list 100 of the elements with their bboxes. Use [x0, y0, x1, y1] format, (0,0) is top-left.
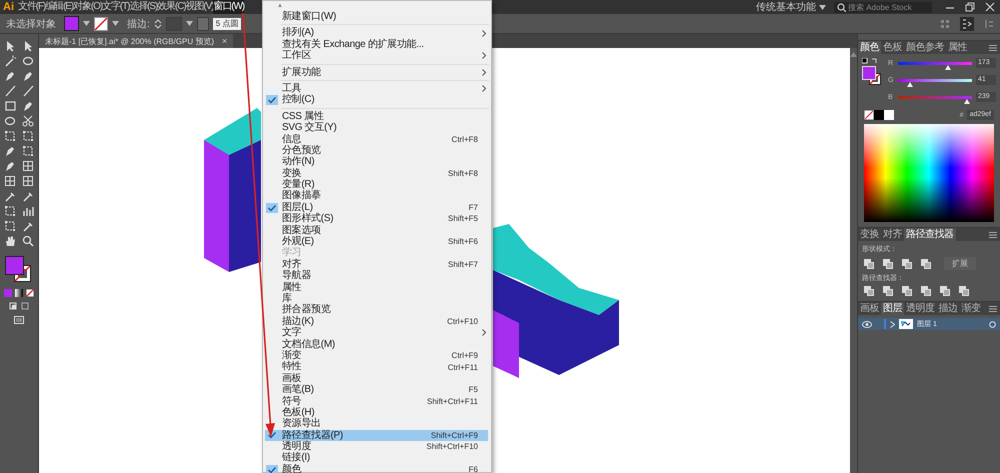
- stroke-swatch-icon[interactable]: [94, 16, 108, 30]
- transform-box-icon[interactable]: [4, 130, 16, 142]
- hand-icon[interactable]: [4, 235, 16, 247]
- menu-item[interactable]: 选择(S): [129, 0, 158, 14]
- screen-mode-icon[interactable]: [14, 316, 24, 325]
- panel-tab[interactable]: 画板: [858, 302, 881, 315]
- fill-swatch[interactable]: [64, 16, 79, 31]
- menu-item[interactable]: 描边(K) Ctrl+F10: [265, 316, 488, 328]
- menu-icon[interactable]: [989, 306, 997, 312]
- menu-item[interactable]: 图形样式(S) Shift+F5: [265, 213, 488, 225]
- menu-item[interactable]: 变换 Shift+F8: [265, 168, 488, 180]
- slider-thumb[interactable]: [945, 64, 952, 70]
- eyedropper-icon[interactable]: [22, 220, 34, 232]
- panel-tab[interactable]: 颜色: [858, 41, 881, 54]
- menu-item[interactable]: 查找有关 Exchange 的扩展功能...: [265, 38, 488, 50]
- eye-icon[interactable]: [862, 320, 872, 328]
- menu-item[interactable]: 工作区: [265, 50, 488, 62]
- swatch-presets-icon[interactable]: [864, 110, 894, 120]
- pen-icon[interactable]: [22, 100, 34, 112]
- menu-item[interactable]: 符号 Shift+Ctrl+F11: [265, 396, 488, 407]
- color-spectrum[interactable]: [864, 124, 994, 222]
- variable-width-field[interactable]: [196, 16, 209, 30]
- rectangle-icon[interactable]: [4, 100, 16, 112]
- menu-item[interactable]: 工具: [265, 82, 488, 94]
- menu-item[interactable]: 透明度 Shift+Ctrl+F10: [265, 441, 488, 452]
- menu-item[interactable]: 文字: [265, 327, 488, 339]
- selection-arrow-icon[interactable]: [22, 40, 34, 52]
- panel-tab[interactable]: 变换: [858, 228, 881, 241]
- menu-item[interactable]: 效果(C): [157, 0, 186, 14]
- panel-tab[interactable]: 颜色参考: [904, 41, 946, 54]
- menu-item[interactable]: 文档信息(M): [265, 338, 488, 350]
- panel-tab[interactable]: 渐变: [960, 302, 982, 315]
- caret-icon[interactable]: [819, 4, 826, 10]
- pen-icon[interactable]: [22, 70, 34, 82]
- color-mode-icon[interactable]: [4, 289, 12, 297]
- panel-tab[interactable]: 属性: [946, 41, 969, 54]
- fill-swatch[interactable]: [5, 256, 24, 275]
- restore-icon[interactable]: [965, 2, 975, 12]
- menu-item[interactable]: 画笔(B) F5: [265, 384, 488, 396]
- pen-icon[interactable]: [4, 145, 16, 157]
- bar-chart-icon[interactable]: [22, 205, 34, 217]
- menu-item[interactable]: 特性 Ctrl+F11: [265, 361, 488, 373]
- menu-item[interactable]: 库: [265, 292, 488, 304]
- scissors-icon[interactable]: [22, 115, 34, 127]
- menu-item[interactable]: 对象(O): [73, 0, 102, 14]
- menu-item[interactable]: 排列(A): [265, 27, 488, 39]
- menu-item[interactable]: CSS 属性: [265, 110, 488, 122]
- magic-wand-icon[interactable]: [4, 55, 16, 67]
- arrange-icon[interactable]: [960, 16, 974, 30]
- panel-tab[interactable]: 描边: [936, 302, 960, 315]
- menu-item[interactable]: 资源导出: [265, 418, 488, 430]
- menu-item[interactable]: 路径查找器(P) Shift+Ctrl+F9: [265, 430, 488, 442]
- panel-toggle-icon[interactable]: [984, 18, 994, 28]
- menu-item[interactable]: 扩展功能: [265, 66, 488, 78]
- document-tab[interactable]: 未标题-1 [已恢复].ai* @ 200% (RGB/GPU 预览) ×: [39, 34, 234, 48]
- ellipse-icon[interactable]: [22, 55, 34, 67]
- pen-icon[interactable]: [4, 70, 16, 82]
- menu-item[interactable]: 图层(L) F7: [265, 202, 488, 214]
- pen-icon[interactable]: [4, 160, 16, 172]
- menu-item[interactable]: 外观(E) Shift+F6: [265, 236, 488, 248]
- mesh-grid-icon[interactable]: [22, 175, 34, 187]
- transform-box-icon[interactable]: [22, 130, 34, 142]
- panel-tab[interactable]: 图层: [881, 302, 904, 315]
- menu-item[interactable]: 变量(R): [265, 179, 488, 190]
- menu-item[interactable]: 新建窗口(W): [265, 11, 488, 22]
- selection-arrow-icon[interactable]: [4, 40, 16, 52]
- caret-icon[interactable]: [186, 21, 193, 26]
- stepper-icon[interactable]: [154, 18, 162, 30]
- menu-item[interactable]: 控制(C): [265, 94, 488, 106]
- panel-tab[interactable]: 色板: [881, 41, 904, 54]
- menu-item[interactable]: 文件(F): [18, 0, 46, 14]
- mesh-grid-icon[interactable]: [22, 160, 34, 172]
- menu-item[interactable]: 链接(I): [265, 452, 488, 464]
- vertical-scrollbar[interactable]: [850, 48, 857, 473]
- slider-thumb[interactable]: [906, 82, 913, 86]
- brush-field[interactable]: 5 点圆: [212, 18, 242, 30]
- menu-item[interactable]: 属性: [265, 282, 488, 293]
- menu-item[interactable]: 颜色 F6: [265, 464, 488, 473]
- menu-item[interactable]: SVG 交互(Y): [265, 122, 488, 134]
- workspace-switcher[interactable]: 传统基本功能: [756, 0, 826, 14]
- eyedropper-icon[interactable]: [22, 190, 34, 202]
- menu-item[interactable]: 画板: [265, 372, 488, 384]
- line-icon[interactable]: [4, 85, 16, 97]
- target-circle-icon[interactable]: [989, 320, 996, 328]
- transform-box-icon[interactable]: [4, 220, 16, 232]
- menu-icon[interactable]: [989, 232, 997, 238]
- eyedropper-icon[interactable]: [4, 190, 16, 202]
- caret-right-icon[interactable]: [890, 320, 895, 328]
- caret-icon[interactable]: [83, 21, 90, 26]
- menu-item[interactable]: 信息 Ctrl+F8: [265, 134, 488, 145]
- transform-box-icon[interactable]: [4, 205, 16, 217]
- menu-item[interactable]: 色板(H): [265, 406, 488, 418]
- panel-tab[interactable]: 路径查找器: [904, 228, 956, 241]
- menu-item[interactable]: 拼合器预览: [265, 304, 488, 316]
- menu-item[interactable]: 对齐 Shift+F7: [265, 258, 488, 270]
- zoom-icon[interactable]: [22, 235, 34, 247]
- menu-item[interactable]: 分色预览: [265, 144, 488, 156]
- menu-item[interactable]: 导航器: [265, 270, 488, 282]
- mesh-grid-icon[interactable]: [4, 175, 16, 187]
- close-icon[interactable]: [985, 2, 995, 12]
